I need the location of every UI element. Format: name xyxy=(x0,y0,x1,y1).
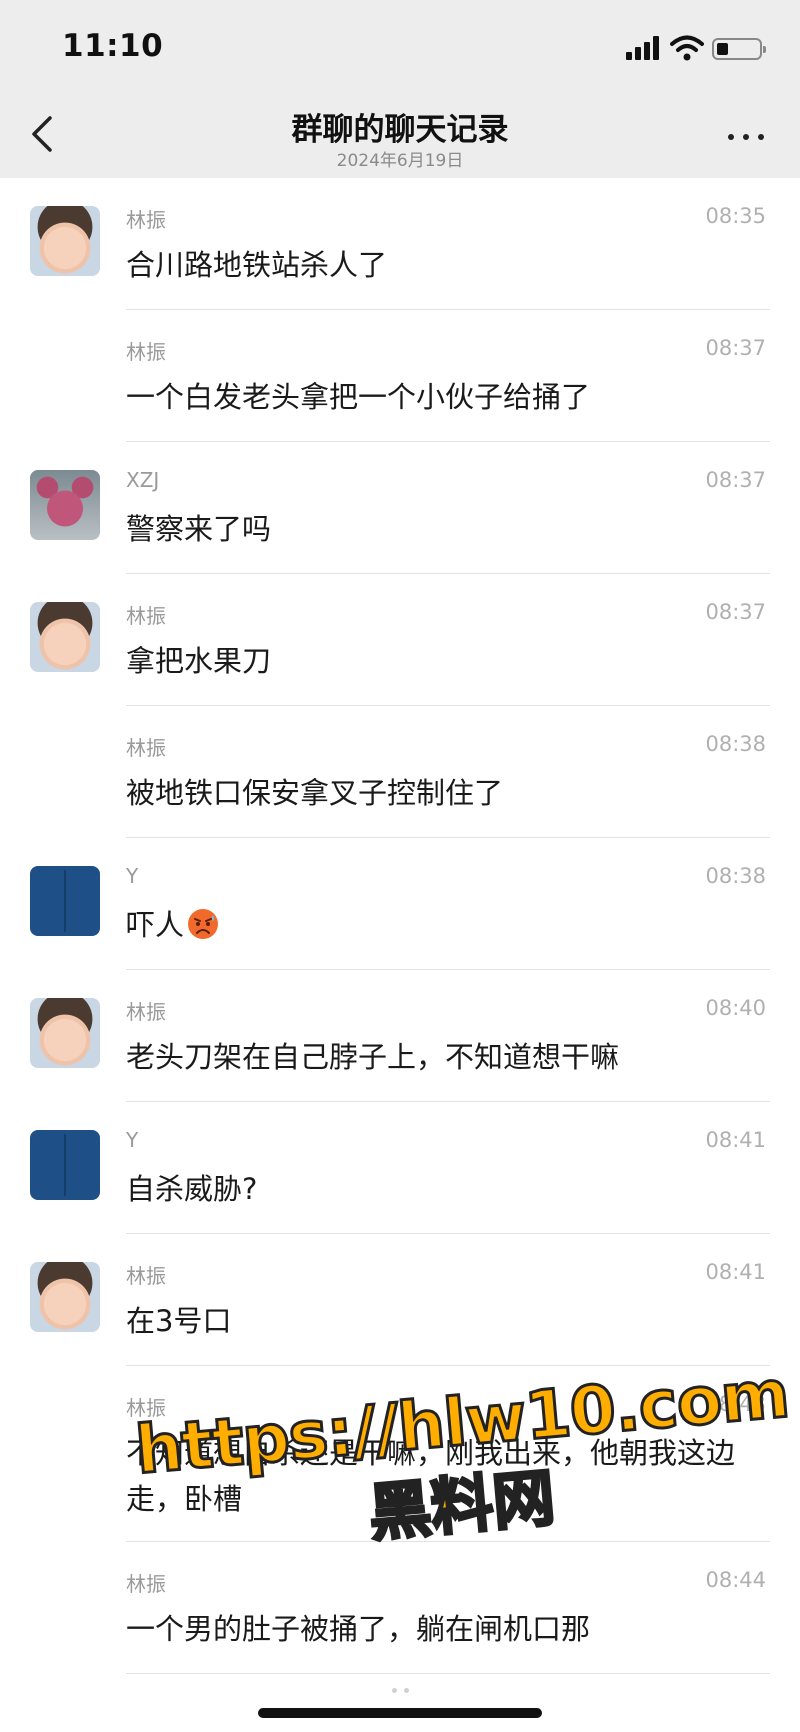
list-item[interactable]: Y 08:41 自杀威胁? xyxy=(0,1102,800,1234)
home-indicator[interactable] xyxy=(258,1708,542,1718)
message-time: 08:43 xyxy=(705,1392,766,1416)
avatar[interactable] xyxy=(30,1262,100,1332)
scroll-indicator xyxy=(380,1688,420,1696)
message-time: 08:37 xyxy=(705,336,766,360)
message-text: 警察来了吗 xyxy=(126,512,272,546)
list-item[interactable]: 林振 08:43 不知道想自杀还是干嘛，刚我出来，他朝我这边走，卧槽 xyxy=(0,1366,800,1542)
list-item[interactable]: 林振 08:38 被地铁口保安拿叉子控制住了 xyxy=(0,706,800,838)
message-text: 吓人 xyxy=(126,902,766,948)
list-item[interactable]: 林振 08:37 一个白发老头拿把一个小伙子给捅了 xyxy=(0,310,800,442)
more-icon[interactable] xyxy=(726,124,766,148)
list-item[interactable]: 林振 08:41 在3号口 xyxy=(0,1234,800,1366)
list-item[interactable]: Y 08:38 吓人 xyxy=(0,838,800,970)
avatar[interactable] xyxy=(30,470,100,540)
sender-name: 林振 xyxy=(126,208,166,232)
message-list: 林振 08:35 合川路地铁站杀人了 林振 08:37 一个白发老头拿把一个小伙… xyxy=(0,178,800,1674)
avatar[interactable] xyxy=(30,866,100,936)
message-time: 08:44 xyxy=(705,1568,766,1592)
message-text: 被地铁口保安拿叉子控制住了 xyxy=(126,776,504,810)
signal-icon xyxy=(626,36,662,60)
sender-name: 林振 xyxy=(126,1396,166,1420)
status-icons xyxy=(626,34,766,64)
wifi-icon xyxy=(670,35,704,61)
status-time: 11:10 xyxy=(62,28,164,64)
message-time: 08:38 xyxy=(705,864,766,888)
sender-name: 林振 xyxy=(126,340,166,364)
message-text: 老头刀架在自己脖子上，不知道想干嘛 xyxy=(126,1040,620,1074)
message-text: 合川路地铁站杀人了 xyxy=(126,248,388,282)
page-title: 群聊的聊天记录 xyxy=(291,112,509,148)
sender-name: Y xyxy=(126,864,139,888)
message-time: 08:40 xyxy=(705,996,766,1020)
header: 11:10 群聊的聊天记录 2024年6月19日 xyxy=(0,0,800,178)
sender-name: 林振 xyxy=(126,1264,166,1288)
message-text: 自杀威胁? xyxy=(126,1172,258,1206)
message-time: 08:37 xyxy=(705,600,766,624)
avatar[interactable] xyxy=(30,602,100,672)
sender-name: Y xyxy=(126,1128,139,1152)
sender-name: 林振 xyxy=(126,604,166,628)
message-text: 不知道想自杀还是干嘛，刚我出来，他朝我这边走，卧槽 xyxy=(126,1436,736,1516)
sender-name: 林振 xyxy=(126,1572,166,1596)
avatar[interactable] xyxy=(30,1130,100,1200)
message-text: 一个白发老头拿把一个小伙子给捅了 xyxy=(126,380,591,414)
message-text: 在3号口 xyxy=(126,1304,232,1338)
scared-face-emoji-icon xyxy=(188,909,219,939)
message-time: 08:37 xyxy=(705,468,766,492)
sender-name: 林振 xyxy=(126,736,166,760)
message-text: 拿把水果刀 xyxy=(126,644,272,678)
page-subtitle-date: 2024年6月19日 xyxy=(336,151,464,171)
list-item[interactable]: 林振 08:37 拿把水果刀 xyxy=(0,574,800,706)
list-item[interactable]: 林振 08:40 老头刀架在自己脖子上，不知道想干嘛 xyxy=(0,970,800,1102)
message-time: 08:35 xyxy=(705,204,766,228)
list-item[interactable]: XZJ 08:37 警察来了吗 xyxy=(0,442,800,574)
message-text: 一个男的肚子被捅了，躺在闸机口那 xyxy=(126,1612,591,1646)
sender-name: XZJ xyxy=(126,468,160,492)
battery-icon xyxy=(712,38,766,60)
message-time: 08:41 xyxy=(705,1128,766,1152)
avatar[interactable] xyxy=(30,206,100,276)
divider xyxy=(126,1673,770,1674)
message-text-content: 吓人 xyxy=(126,908,185,942)
list-item[interactable]: 林振 08:35 合川路地铁站杀人了 xyxy=(0,178,800,310)
message-time: 08:38 xyxy=(705,732,766,756)
message-time: 08:41 xyxy=(705,1260,766,1284)
avatar[interactable] xyxy=(30,998,100,1068)
list-item[interactable]: 林振 08:44 一个男的肚子被捅了，躺在闸机口那 xyxy=(0,1542,800,1674)
sender-name: 林振 xyxy=(126,1000,166,1024)
